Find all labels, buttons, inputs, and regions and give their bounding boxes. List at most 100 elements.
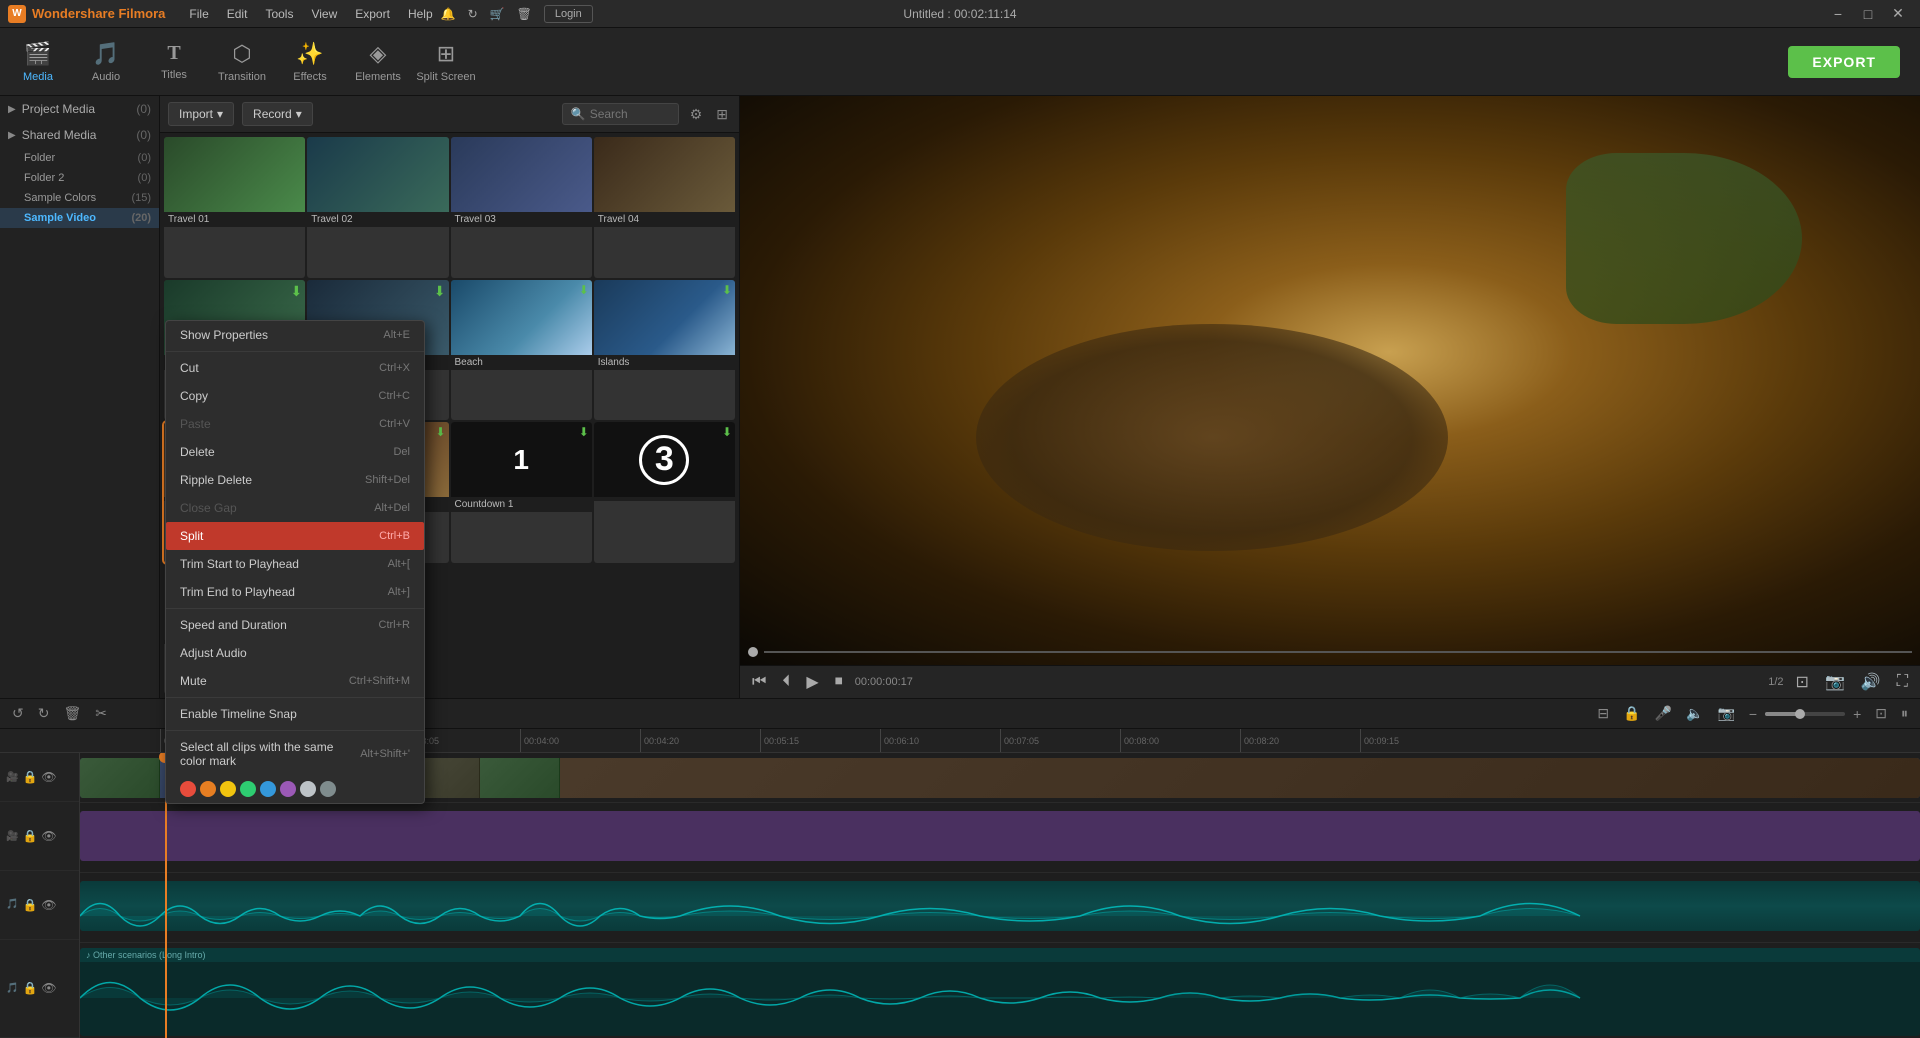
toolbar-effects[interactable]: ✨ Effects bbox=[276, 31, 344, 93]
menu-tools[interactable]: Tools bbox=[257, 5, 301, 23]
tl-camera-button[interactable]: 📷 bbox=[1713, 703, 1738, 724]
login-button[interactable]: Login bbox=[544, 5, 593, 23]
tl-mic-button[interactable]: 🎤 bbox=[1651, 703, 1676, 724]
track-v2-eye[interactable]: 👁 bbox=[41, 829, 56, 843]
fit-screen-button[interactable]: ⊡ bbox=[1792, 670, 1813, 694]
menu-edit[interactable]: Edit bbox=[219, 5, 256, 23]
ctx-mute[interactable]: Mute Ctrl+Shift+M bbox=[166, 667, 424, 695]
toolbar-splitscreen[interactable]: ⊞ Split Screen bbox=[412, 31, 480, 93]
record-button[interactable]: Record ▾ bbox=[242, 102, 313, 126]
filter-button[interactable]: ⚙ bbox=[687, 104, 706, 125]
toolbar-elements[interactable]: ◈ Elements bbox=[344, 31, 412, 93]
search-input[interactable] bbox=[590, 107, 670, 121]
thumb-travel01[interactable]: Travel 01 bbox=[164, 137, 305, 278]
snapshot-button[interactable]: 📷 bbox=[1821, 670, 1849, 694]
thumb-beach[interactable]: ⬇ Beach bbox=[451, 280, 592, 421]
tl-pause-button[interactable]: ⏸ bbox=[1897, 703, 1912, 724]
close-button[interactable]: ✕ bbox=[1884, 3, 1912, 25]
toolbar-media[interactable]: 🎬 Media bbox=[4, 31, 72, 93]
ctx-ripple-delete[interactable]: Ripple Delete Shift+Del bbox=[166, 466, 424, 494]
menu-file[interactable]: File bbox=[181, 5, 216, 23]
thumb-travel03[interactable]: Travel 03 bbox=[451, 137, 592, 278]
thumb-islands[interactable]: ⬇ Islands bbox=[594, 280, 735, 421]
audio-clip-2[interactable]: ♪ Other scenarios (Long Intro) bbox=[80, 948, 1920, 1036]
track-v2-lock[interactable]: 🔒 bbox=[22, 829, 37, 843]
track-v1-lock[interactable]: 🔒 bbox=[22, 770, 37, 784]
menu-export[interactable]: Export bbox=[347, 5, 398, 23]
thumb-travel02[interactable]: Travel 02 bbox=[307, 137, 448, 278]
minimize-button[interactable]: − bbox=[1824, 3, 1852, 25]
swatch-gray[interactable] bbox=[320, 781, 336, 797]
folder-item[interactable]: Folder (0) bbox=[0, 148, 159, 168]
view-toggle-button[interactable]: ⊞ bbox=[713, 104, 731, 125]
tl-snap-button[interactable]: ⊟ bbox=[1593, 703, 1613, 724]
audio-clip-1[interactable] bbox=[80, 881, 1920, 931]
toolbar-audio[interactable]: 🎵 Audio bbox=[72, 31, 140, 93]
maximize-button[interactable]: □ bbox=[1854, 3, 1882, 25]
search-box[interactable]: 🔍 bbox=[562, 103, 679, 125]
tl-undo-button[interactable]: ↺ bbox=[8, 703, 28, 724]
swatch-light[interactable] bbox=[300, 781, 316, 797]
menu-view[interactable]: View bbox=[303, 5, 345, 23]
volume-button[interactable]: 🔊 bbox=[1857, 670, 1885, 694]
export-button[interactable]: EXPORT bbox=[1788, 46, 1900, 78]
stop-button[interactable]: ⏹ bbox=[831, 671, 847, 693]
toolbar-titles[interactable]: T Titles bbox=[140, 31, 208, 93]
thumb-countdown3[interactable]: 3 ⬇ bbox=[594, 422, 735, 563]
track-a1-eye[interactable]: 👁 bbox=[41, 898, 56, 912]
folder2-item[interactable]: Folder 2 (0) bbox=[0, 168, 159, 188]
thumb-label-beach: Beach bbox=[451, 355, 592, 370]
tl-speaker-button[interactable]: 🔈 bbox=[1682, 703, 1707, 724]
shared-media-header[interactable]: ▶ Shared Media (0) bbox=[0, 122, 159, 148]
tl-zoom-out-button[interactable]: − bbox=[1745, 704, 1761, 724]
ctx-trim-start[interactable]: Trim Start to Playhead Alt+[ bbox=[166, 550, 424, 578]
thumb-travel04[interactable]: Travel 04 bbox=[594, 137, 735, 278]
tl-zoom-in-button[interactable]: + bbox=[1849, 704, 1865, 724]
toolbar-transition[interactable]: ⬡ Transition bbox=[208, 31, 276, 93]
fullscreen-button[interactable]: ⛶ bbox=[1893, 671, 1912, 693]
sample-colors-item[interactable]: Sample Colors (15) bbox=[0, 188, 159, 208]
tl-lock-button[interactable]: 🔒 bbox=[1619, 703, 1644, 724]
ctx-select-color[interactable]: Select all clips with the same color mar… bbox=[166, 733, 424, 775]
trash-icon[interactable]: 🗑 bbox=[517, 7, 532, 21]
track-a1-lock[interactable]: 🔒 bbox=[22, 898, 37, 912]
step-back-button[interactable]: ⏴ bbox=[778, 671, 794, 693]
play-button[interactable]: ▶ bbox=[802, 670, 822, 694]
swatch-red[interactable] bbox=[180, 781, 196, 797]
swatch-blue[interactable] bbox=[260, 781, 276, 797]
ctx-copy[interactable]: Copy Ctrl+C bbox=[166, 382, 424, 410]
track-a2-eye[interactable]: 👁 bbox=[41, 981, 56, 995]
tl-delete-button[interactable]: 🗑 bbox=[59, 703, 85, 724]
cart-icon[interactable]: 🛒 bbox=[490, 7, 505, 21]
ctx-timeline-snap[interactable]: Enable Timeline Snap bbox=[166, 700, 424, 728]
ctx-split[interactable]: Split Ctrl+B bbox=[166, 522, 424, 550]
swatch-orange[interactable] bbox=[200, 781, 216, 797]
elements-icon: ◈ bbox=[370, 41, 387, 67]
swatch-yellow[interactable] bbox=[220, 781, 236, 797]
video-clip-2[interactable] bbox=[80, 811, 1920, 861]
swatch-green[interactable] bbox=[240, 781, 256, 797]
track-v1-eye[interactable]: 👁 bbox=[41, 770, 56, 784]
ctx-delete[interactable]: Delete Del bbox=[166, 438, 424, 466]
ctx-close-gap[interactable]: Close Gap Alt+Del bbox=[166, 494, 424, 522]
ctx-trim-end[interactable]: Trim End to Playhead Alt+] bbox=[166, 578, 424, 606]
menu-help[interactable]: Help bbox=[400, 5, 441, 23]
swatch-purple[interactable] bbox=[280, 781, 296, 797]
ctx-adjust-audio[interactable]: Adjust Audio bbox=[166, 639, 424, 667]
refresh-icon[interactable]: ↻ bbox=[468, 7, 478, 21]
track-a2-lock[interactable]: 🔒 bbox=[22, 981, 37, 995]
thumb-countdown1[interactable]: 1 ⬇ Countdown 1 bbox=[451, 422, 592, 563]
import-button[interactable]: Import ▾ bbox=[168, 102, 234, 126]
tl-redo-button[interactable]: ↻ bbox=[34, 703, 54, 724]
ctx-speed-duration[interactable]: Speed and Duration Ctrl+R bbox=[166, 611, 424, 639]
thumb-img-islands: ⬇ bbox=[594, 280, 735, 355]
tl-fit-button[interactable]: ⊡ bbox=[1871, 703, 1891, 724]
project-media-header[interactable]: ▶ Project Media (0) bbox=[0, 96, 159, 122]
tl-cut-button[interactable]: ✂ bbox=[91, 703, 111, 724]
ctx-show-properties[interactable]: Show Properties Alt+E bbox=[166, 321, 424, 349]
bell-icon[interactable]: 🔔 bbox=[441, 7, 456, 21]
sample-video-item[interactable]: Sample Video (20) bbox=[0, 208, 159, 228]
skip-back-button[interactable]: ⏮ bbox=[748, 671, 770, 693]
ctx-cut[interactable]: Cut Ctrl+X bbox=[166, 354, 424, 382]
ctx-paste[interactable]: Paste Ctrl+V bbox=[166, 410, 424, 438]
